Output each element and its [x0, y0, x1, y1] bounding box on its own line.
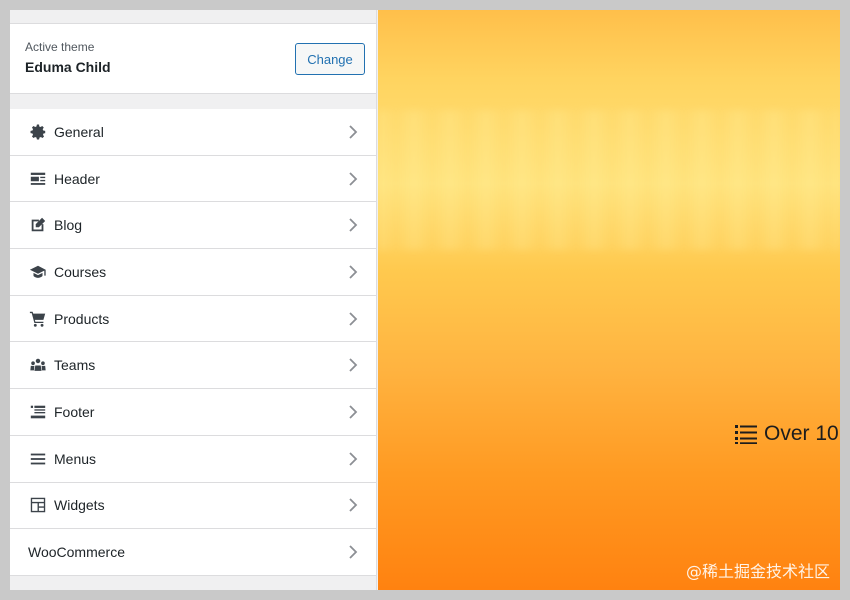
chevron-right-icon	[346, 405, 360, 419]
widgets-icon	[28, 495, 48, 515]
chevron-right-icon	[346, 125, 360, 139]
graduation-cap-icon	[28, 262, 48, 282]
panel-label-footer: Footer	[54, 403, 95, 420]
chevron-right-icon	[346, 452, 360, 466]
active-theme-panel: Active theme Eduma Child Change	[10, 24, 376, 94]
panel-label-header: Header	[54, 170, 100, 187]
panel-label-blog: Blog	[54, 217, 83, 234]
panel-label-woocommerce: WooCommerce	[28, 544, 125, 561]
chevron-right-icon	[346, 545, 360, 559]
header-icon	[28, 169, 48, 189]
list-icon	[734, 423, 758, 445]
panel-item-widgets[interactable]: Widgets	[10, 482, 376, 530]
panel-item-products[interactable]: Products	[10, 295, 376, 343]
sidebar-top-bar	[10, 10, 376, 24]
panel-item-teams[interactable]: Teams	[10, 342, 376, 390]
chevron-right-icon	[346, 311, 360, 326]
panel-item-footer[interactable]: Footer	[10, 389, 376, 436]
panel-item-menus[interactable]: Menus	[10, 435, 376, 483]
section-gap	[10, 94, 376, 109]
panel-label-products: Products	[54, 310, 110, 327]
panel-item-general[interactable]: General	[10, 109, 376, 156]
groups-icon	[28, 355, 48, 375]
panel-item-woocommerce[interactable]: WooCommerce	[10, 529, 376, 576]
panel-label-teams: Teams	[54, 357, 96, 374]
footer-icon	[28, 402, 48, 422]
gear-icon	[28, 122, 48, 142]
change-theme-button[interactable]: Change	[295, 43, 365, 75]
panel-item-courses[interactable]: Courses	[10, 249, 376, 296]
chevron-right-icon	[346, 498, 360, 512]
customizer-window: Active theme Eduma Child Change General …	[10, 10, 840, 590]
watermark-text: @稀土掘金技术社区	[685, 562, 830, 581]
panel-label-general: General	[54, 123, 104, 140]
preview-background-glow	[378, 110, 840, 250]
cart-icon	[28, 309, 48, 329]
panel-label-widgets: Widgets	[54, 497, 105, 514]
chevron-right-icon	[346, 265, 360, 279]
panel-item-header[interactable]: Header	[10, 155, 376, 203]
panel-label-menus: Menus	[54, 450, 97, 467]
panel-label-courses: Courses	[54, 263, 107, 280]
chevron-right-icon	[346, 358, 360, 372]
edit-icon	[28, 215, 48, 235]
customizer-panel-list: General Header Blog Courses Products Tea…	[10, 109, 376, 576]
customizer-sidebar: Active theme Eduma Child Change General …	[10, 10, 377, 590]
preview-overlay-stat: Over 10	[734, 422, 839, 446]
chevron-right-icon	[346, 218, 360, 232]
chevron-right-icon	[346, 171, 360, 186]
site-preview[interactable]: Over 10 @稀土掘金技术社区	[378, 10, 840, 590]
preview-overlay-text: Over 10	[764, 422, 839, 445]
panel-item-blog[interactable]: Blog	[10, 202, 376, 250]
menu-icon	[28, 449, 48, 469]
